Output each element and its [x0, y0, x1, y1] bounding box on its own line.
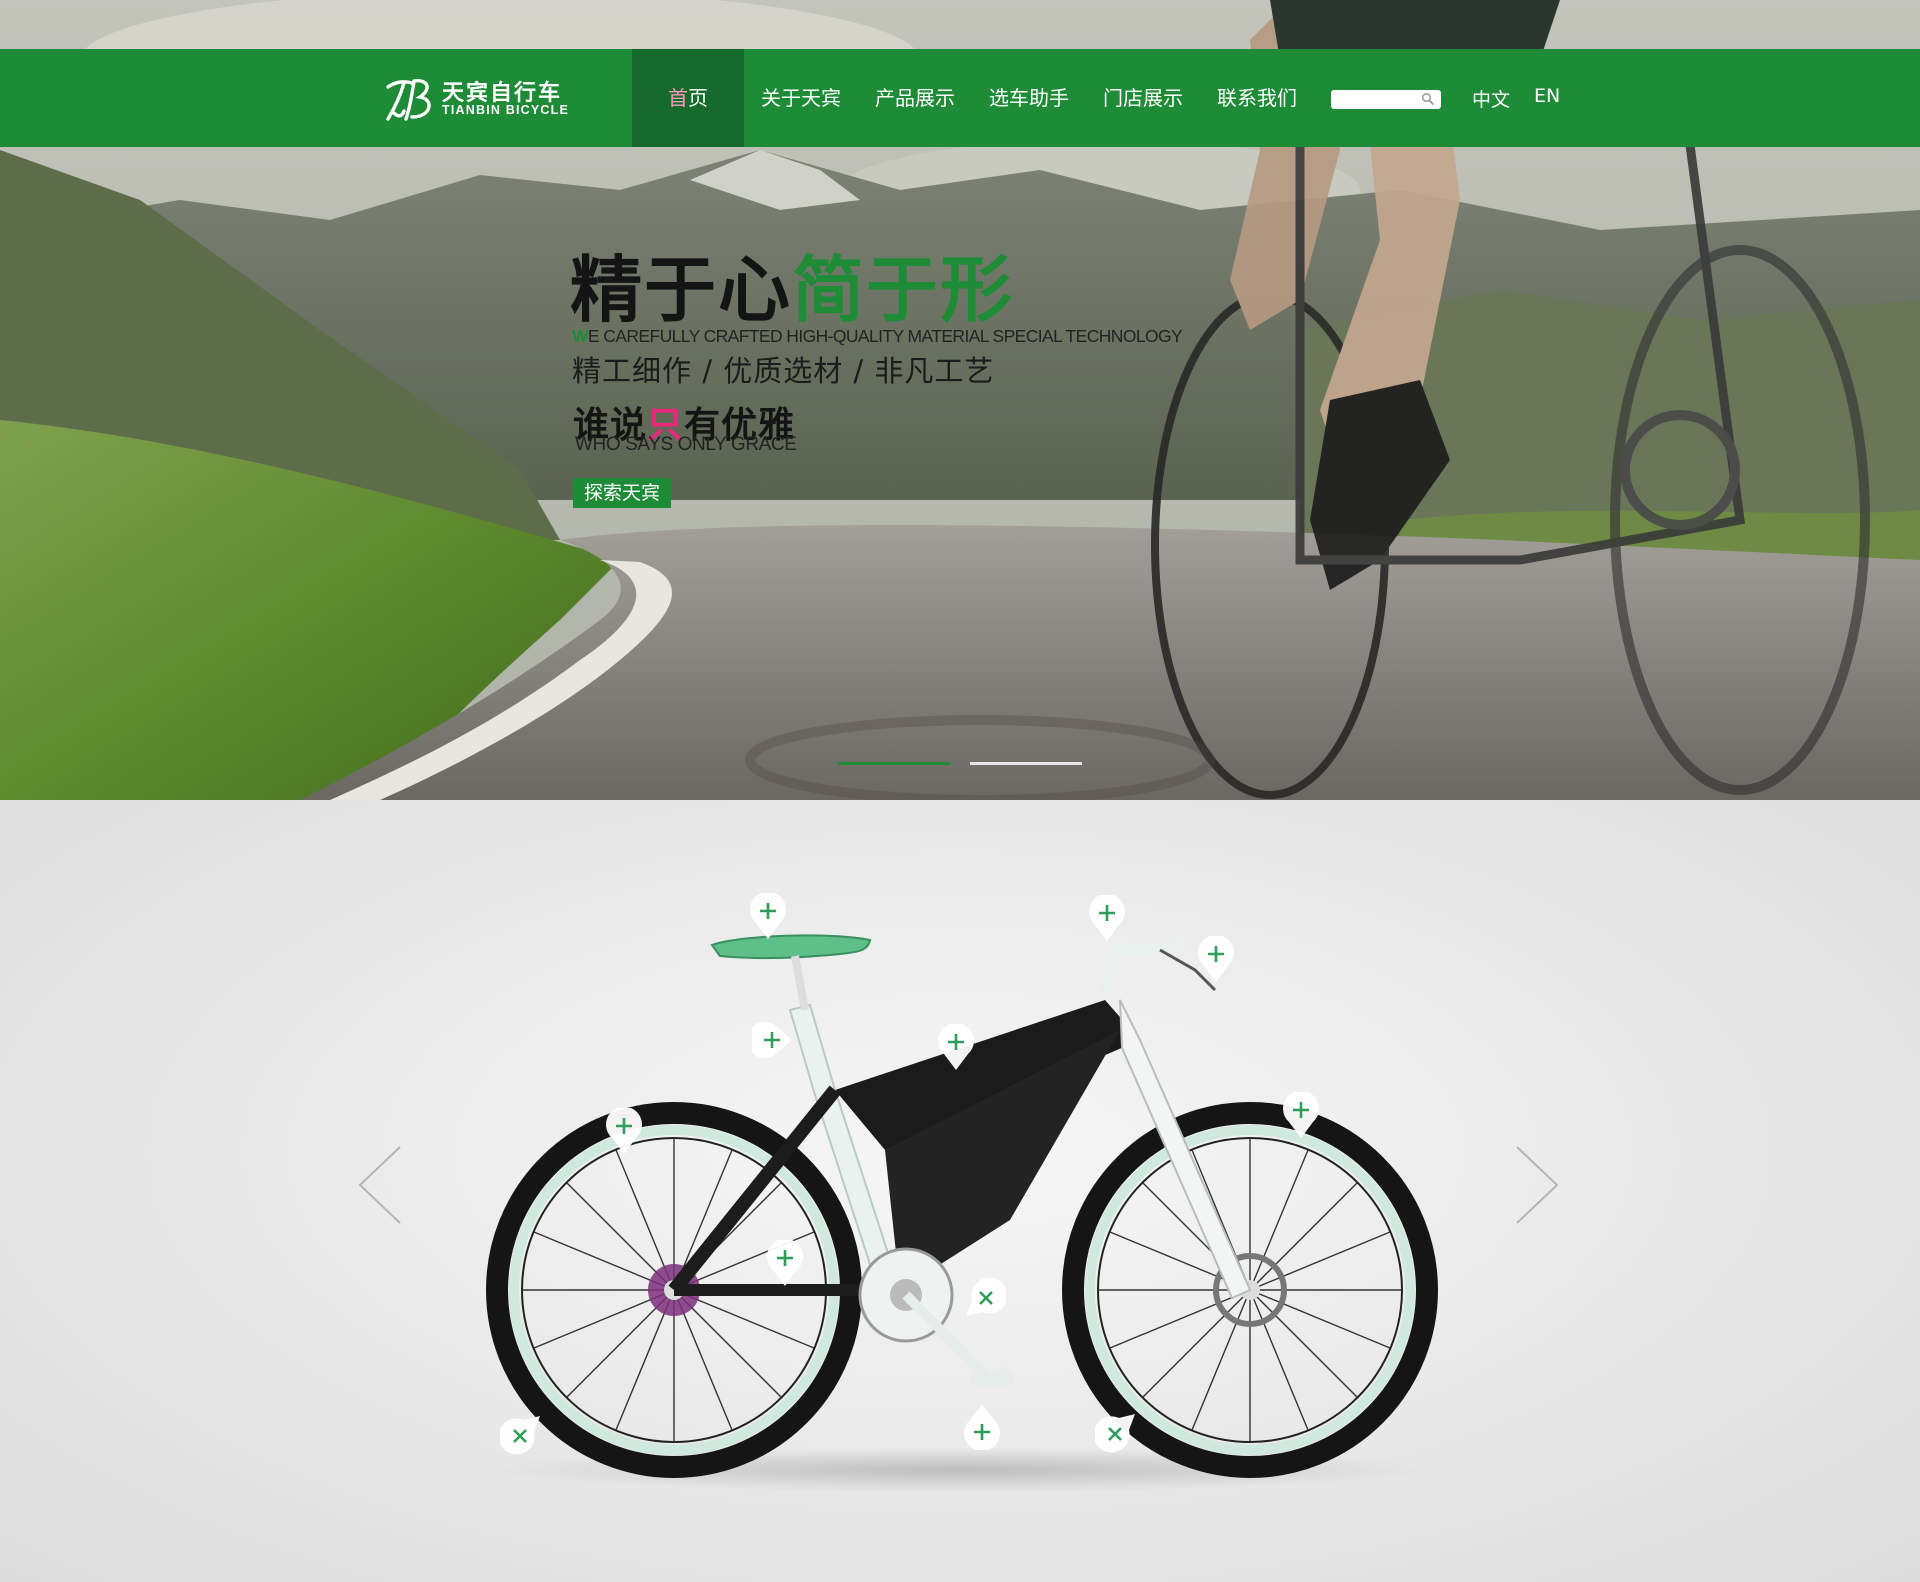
plus-icon[interactable] — [752, 1018, 796, 1062]
headline-part-1: 精于心 — [570, 248, 793, 332]
nav-home-rest: 页 — [688, 86, 708, 110]
explore-button[interactable]: 探索天宾 — [573, 478, 671, 508]
plus-icon[interactable] — [936, 1024, 976, 1072]
lang-chinese[interactable]: 中文 — [1472, 85, 1510, 112]
slide-dot-2[interactable] — [970, 762, 1082, 765]
plus-icon[interactable] — [765, 1240, 805, 1288]
lang-english[interactable]: EN — [1534, 85, 1560, 107]
plus-icon[interactable] — [748, 893, 788, 941]
hero-headline: 精于心简于形 — [570, 250, 1014, 330]
plus-icon[interactable] — [1095, 1410, 1139, 1454]
plus-icon[interactable] — [1196, 936, 1236, 984]
brand-logo[interactable]: 天宾自行车 TIANBIN BICYCLE — [384, 73, 604, 125]
product-showcase — [0, 800, 1920, 1582]
search-input[interactable] — [1331, 90, 1441, 109]
plus-icon[interactable] — [1281, 1092, 1321, 1140]
nav-home-first-char: 首 — [668, 86, 688, 110]
bike-illustration — [486, 934, 1438, 1492]
chevron-right-icon[interactable] — [1513, 1145, 1561, 1225]
brand-name-en: TIANBIN BICYCLE — [442, 103, 570, 117]
plus-icon[interactable] — [962, 1276, 1006, 1320]
plus-icon[interactable] — [1087, 895, 1127, 943]
nav-about[interactable]: 关于天宾 — [744, 49, 858, 147]
nav-contact[interactable]: 联系我们 — [1200, 49, 1314, 147]
nav-products[interactable]: 产品展示 — [858, 49, 972, 147]
hero-subline: 精工细作 / 优质选材 / 非凡工艺 — [572, 354, 995, 388]
slide-dot-1[interactable] — [838, 762, 950, 765]
tagline-first-letter: W — [572, 326, 589, 346]
chevron-left-icon[interactable] — [356, 1145, 404, 1225]
brand-mark-icon — [386, 79, 431, 121]
nav-home[interactable]: 首页 — [632, 49, 744, 147]
hero-english-tagline: WE CAREFULLY CRAFTED HIGH-QUALITY MATERI… — [572, 326, 1183, 347]
nav-bike-guide[interactable]: 选车助手 — [972, 49, 1086, 147]
nav-stores[interactable]: 门店展示 — [1086, 49, 1200, 147]
search-icon[interactable] — [1421, 92, 1435, 106]
tagline-rest: E CAREFULLY CRAFTED HIGH-QUALITY MATERIA… — [587, 326, 1183, 346]
plus-icon[interactable] — [962, 1402, 1002, 1450]
main-nav: 首页 关于天宾 产品展示 选车助手 门店展示 联系我们 — [632, 49, 1314, 147]
plus-icon[interactable] — [604, 1108, 644, 1156]
hero-slogan-english: WHO SAYS ONLY GRACE — [575, 434, 797, 455]
top-navbar: 天宾自行车 TIANBIN BICYCLE 首页 关于天宾 产品展示 选车助手 … — [0, 49, 1920, 147]
headline-part-2: 简于形 — [792, 248, 1015, 332]
plus-icon[interactable] — [500, 1412, 544, 1456]
